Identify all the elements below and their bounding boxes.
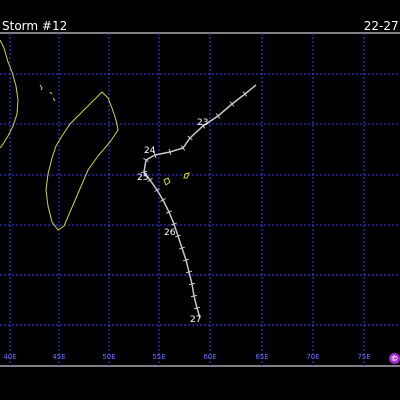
date-range: 22-27 J (363, 19, 400, 33)
track-tick (188, 282, 196, 286)
longitude-label: 50E (102, 353, 116, 361)
track-day-label: 25 (137, 173, 149, 183)
longitude-label: 70E (306, 353, 320, 361)
mauritius-island (183, 172, 190, 179)
africa-coast (0, 39, 19, 149)
track-day-label: 23 (197, 118, 209, 128)
comoros-island (49, 91, 53, 95)
longitude-label: 75E (357, 353, 371, 361)
madagascar-coast (45, 91, 119, 231)
track-day-label: 26 (164, 228, 176, 238)
longitude-label: 65E (255, 353, 269, 361)
reunion-island (163, 177, 171, 186)
longitude-label: 60E (203, 353, 217, 361)
longitude-label: 40E (3, 353, 17, 361)
track-tick (185, 270, 193, 274)
comoros-island (39, 84, 43, 91)
track-tick (168, 148, 172, 156)
longitude-label: 55E (152, 353, 166, 361)
longitude-label: 45E (52, 353, 66, 361)
track-day-label: 24 (144, 146, 156, 156)
track-day-label: 27 (190, 315, 202, 325)
copyright-icon: © (389, 353, 400, 364)
mayotte-island (52, 97, 56, 102)
storm-title: Storm #12 (2, 19, 68, 33)
storm-track-map (0, 32, 400, 367)
track-tick (190, 294, 198, 298)
